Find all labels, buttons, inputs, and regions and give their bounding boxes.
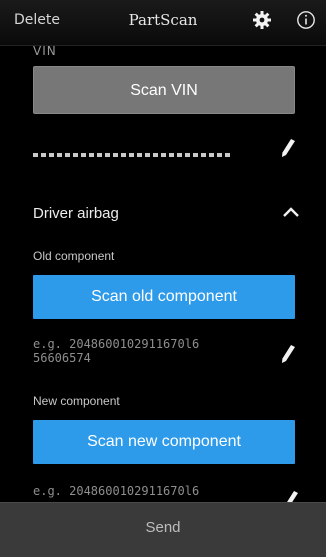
top-bar: Delete PartScan [0, 0, 326, 46]
app-title: PartScan [128, 11, 198, 29]
old-component-input[interactable]: e.g. 2048600102911670l6 56606574 [33, 337, 273, 365]
scan-vin-button[interactable]: Scan VIN [33, 66, 295, 114]
pencil-icon[interactable] [280, 138, 296, 158]
new-component-label: New component [33, 394, 120, 408]
pencil-icon[interactable] [280, 344, 296, 364]
new-component-input[interactable]: e.g. 2048600102911670l6 [33, 484, 273, 498]
main-content[interactable]: VIN Scan VIN ••••••••••••••••• Driver ai… [0, 46, 326, 502]
old-component-placeholder-line1: e.g. 2048600102911670l6 [33, 337, 200, 351]
gear-icon[interactable] [252, 10, 272, 30]
new-component-placeholder: e.g. 2048600102911670l6 [33, 484, 200, 498]
scan-old-component-button[interactable]: Scan old component [33, 275, 295, 319]
old-component-placeholder-line2: 56606574 [33, 351, 91, 365]
info-icon[interactable] [296, 10, 316, 30]
vin-value-text: ••••••••••••••••• [33, 153, 233, 157]
scan-new-component-button[interactable]: Scan new component [33, 420, 295, 464]
vin-value[interactable]: ••••••••••••••••• [33, 146, 233, 160]
chevron-up-icon[interactable] [282, 206, 300, 218]
bottom-bar: Send [0, 502, 326, 557]
pencil-icon[interactable] [283, 490, 299, 502]
vin-label: VIN [33, 46, 57, 58]
send-button[interactable]: Send [0, 519, 326, 536]
section-title-driver-airbag: Driver airbag [33, 205, 119, 222]
old-component-label: Old component [33, 249, 115, 263]
